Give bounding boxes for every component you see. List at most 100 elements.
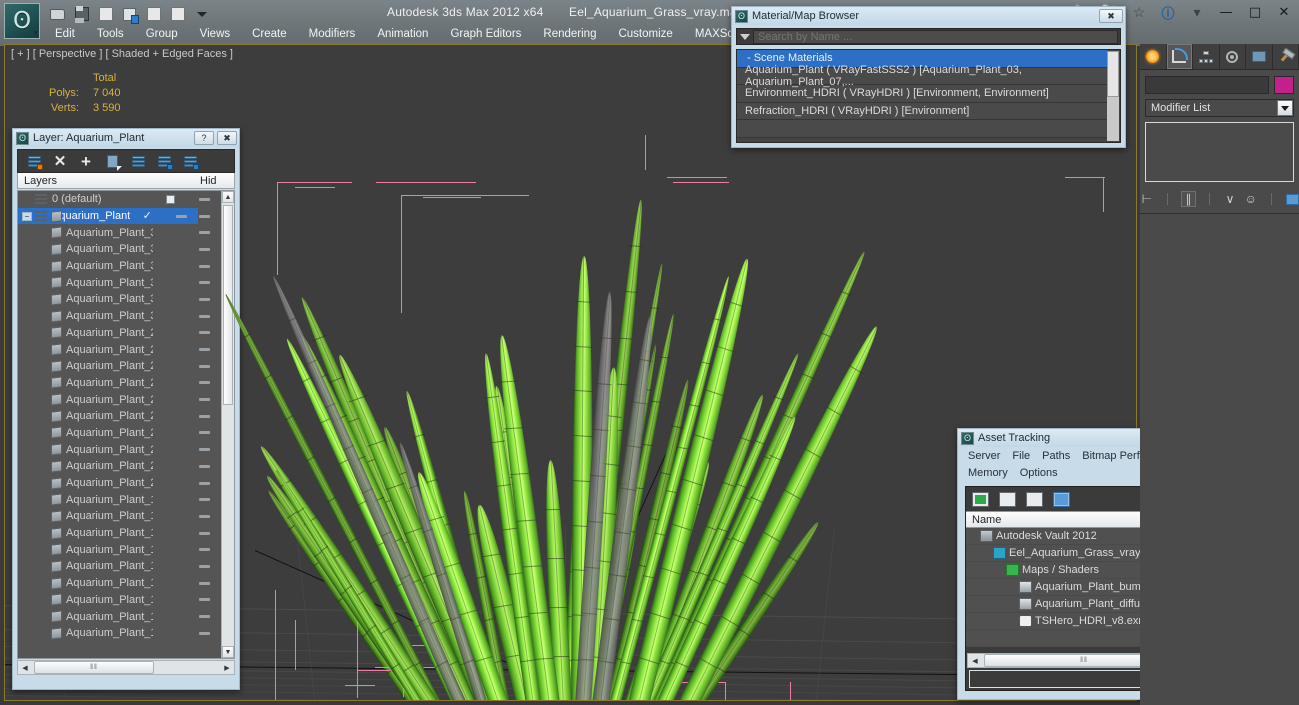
tab-modify[interactable]: [1166, 44, 1193, 69]
tab-create[interactable]: [1140, 44, 1167, 69]
layer-object-row[interactable]: Aquarium_Plant_35: [18, 224, 221, 241]
layer-object-row[interactable]: Aquarium_Plant_28: [18, 341, 221, 358]
material-row-empty[interactable]: [737, 120, 1107, 138]
material-list-scrollbar[interactable]: [1107, 51, 1119, 141]
layer-dialog-help-button[interactable]: ?: [194, 131, 214, 145]
layer-list-vertical-scrollbar[interactable]: ▲ ▼: [221, 191, 234, 658]
layer-dialog-close-button[interactable]: ✖: [217, 131, 237, 145]
scroll-up-arrow-icon[interactable]: ▲: [222, 191, 234, 203]
material-browser-close-button[interactable]: ✖: [1099, 9, 1123, 23]
menu-item-edit[interactable]: Edit: [44, 24, 86, 44]
layer-list[interactable]: 0 (default) − Aquarium_Plant ✓ Aquarium_Plan…: [17, 190, 235, 659]
material-scroll-thumb[interactable]: [1107, 51, 1119, 97]
material-list[interactable]: - Scene Materials Aquarium_Plant ( VRayFa…: [736, 49, 1121, 143]
material-row[interactable]: Aquarium_Plant ( VRayFastSSS2 ) [Aquariu…: [737, 64, 1107, 88]
asset-menu-file[interactable]: File: [1012, 450, 1030, 462]
hide-toggle[interactable]: [187, 548, 221, 552]
layer-object-row[interactable]: Aquarium_Plant_31: [18, 291, 221, 308]
layer-object-row[interactable]: Aquarium_Plant_17: [18, 525, 221, 542]
hide-checkbox[interactable]: [153, 194, 187, 204]
make-unique-icon[interactable]: ∨: [1223, 191, 1237, 207]
layer-object-row[interactable]: Aquarium_Plant_24: [18, 408, 221, 425]
hide-toggle[interactable]: [187, 464, 221, 468]
hide-toggle[interactable]: [187, 631, 221, 635]
layer-row[interactable]: − Aquarium_Plant ✓: [18, 207, 199, 225]
asset-menu-paths[interactable]: Paths: [1042, 450, 1070, 462]
hide-toggle[interactable]: [187, 498, 221, 502]
pin-stack-icon[interactable]: ⊢: [1140, 191, 1154, 207]
material-browser-title-bar[interactable]: ʘ Material/Map Browser ✖: [732, 7, 1125, 25]
layer-list-horizontal-scrollbar[interactable]: ◀ ‖‖ ▶: [17, 660, 235, 675]
maximize-button[interactable]: □: [1246, 3, 1264, 21]
hscroll-thumb[interactable]: ‖‖: [34, 661, 154, 674]
search-input[interactable]: [753, 29, 1118, 44]
hscroll-track[interactable]: ‖‖: [32, 661, 220, 674]
asset-menu-options[interactable]: Options: [1020, 467, 1058, 479]
list-icon[interactable]: [999, 491, 1016, 507]
hide-toggle[interactable]: [164, 214, 198, 218]
layer-object-row[interactable]: Aquarium_Plant_29: [18, 325, 221, 342]
add-selection-to-layer-button[interactable]: +: [78, 153, 94, 170]
hide-toggle[interactable]: [187, 231, 221, 235]
layer-object-row[interactable]: Aquarium_Plant_22: [18, 441, 221, 458]
layer-object-row[interactable]: Aquarium_Plant_16: [18, 541, 221, 558]
hide-toggle[interactable]: [187, 398, 221, 402]
configure-sets-icon[interactable]: [1285, 191, 1299, 207]
help-caret-icon[interactable]: ▾: [1188, 3, 1206, 21]
layer-column-layers[interactable]: Layers: [18, 175, 166, 187]
layer-object-row[interactable]: Aquarium_Plant_26: [18, 375, 221, 392]
menu-item-customize[interactable]: Customize: [607, 24, 683, 44]
hide-toggle[interactable]: [187, 514, 221, 518]
chevron-down-icon[interactable]: [1277, 100, 1293, 116]
hide-toggle[interactable]: [187, 581, 221, 585]
tab-hierarchy[interactable]: [1193, 44, 1220, 69]
asset-menu-server[interactable]: Server: [968, 450, 1000, 462]
scroll-down-arrow-icon[interactable]: ▼: [222, 646, 234, 658]
layer-object-row[interactable]: Aquarium_Plant_23: [18, 425, 221, 442]
grid-icon[interactable]: [1053, 491, 1070, 507]
highlight-selected-objects-layers-button[interactable]: [130, 153, 146, 169]
layer-dialog-title-bar[interactable]: ʘ Layer: Aquarium_Plant ? ✖: [13, 129, 239, 147]
layer-object-row[interactable]: Aquarium_Plant_27: [18, 358, 221, 375]
set-current-layer-to-selection-button[interactable]: [156, 153, 173, 170]
hide-toggle[interactable]: [187, 197, 221, 201]
layer-object-row[interactable]: Aquarium_Plant_33: [18, 258, 221, 275]
modifier-list-dropdown[interactable]: Modifier List: [1145, 99, 1294, 117]
menu-item-tools[interactable]: Tools: [86, 24, 135, 44]
hide-toggle[interactable]: [187, 297, 221, 301]
hide-toggle[interactable]: [187, 314, 221, 318]
hide-toggle[interactable]: [187, 615, 221, 619]
hide-toggle[interactable]: [187, 448, 221, 452]
hide-toggle[interactable]: [187, 348, 221, 352]
layer-object-row[interactable]: Aquarium_Plant_30: [18, 308, 221, 325]
show-end-result-icon[interactable]: ∥: [1181, 191, 1196, 207]
hide-toggle[interactable]: [187, 381, 221, 385]
layer-object-row[interactable]: Aquarium_Plant_21: [18, 458, 221, 475]
paths-icon[interactable]: [1026, 491, 1043, 507]
trash-icon[interactable]: ☺: [1244, 191, 1258, 207]
hide-toggle[interactable]: [187, 598, 221, 602]
hide-toggle[interactable]: [187, 331, 221, 335]
close-button[interactable]: ✕: [1275, 3, 1293, 21]
modifier-stack[interactable]: [1145, 122, 1294, 182]
layer-object-row[interactable]: Aquarium_Plant_34: [18, 241, 221, 258]
layer-manager-dialog[interactable]: ʘ Layer: Aquarium_Plant ? ✖ ✕ + Layers H…: [12, 128, 240, 690]
hide-toggle[interactable]: [187, 264, 221, 268]
hide-toggle[interactable]: [187, 481, 221, 485]
browser-options-caret-icon[interactable]: [737, 33, 753, 40]
layer-object-row[interactable]: Aquarium_Plant_13: [18, 592, 221, 609]
object-name-field[interactable]: [1145, 76, 1269, 94]
hide-toggle[interactable]: [187, 564, 221, 568]
viewport-label[interactable]: [ + ] [ Perspective ] [ Shaded + Edged F…: [11, 48, 233, 60]
star-icon[interactable]: ☆: [1130, 3, 1148, 21]
aquarium-plant-model[interactable]: [221, 175, 885, 700]
layer-object-row[interactable]: Aquarium_Plant_18: [18, 508, 221, 525]
menu-item-graph-editors[interactable]: Graph Editors: [439, 24, 532, 44]
layer-object-row[interactable]: Aquarium_Plant_12: [18, 608, 221, 625]
layer-object-row[interactable]: Aquarium_Plant_25: [18, 391, 221, 408]
layer-properties-button[interactable]: [182, 153, 199, 170]
menu-item-views[interactable]: Views: [189, 24, 241, 44]
menu-item-rendering[interactable]: Rendering: [532, 24, 607, 44]
collapse-expander-icon[interactable]: −: [22, 211, 32, 221]
tab-display[interactable]: [1246, 44, 1273, 69]
